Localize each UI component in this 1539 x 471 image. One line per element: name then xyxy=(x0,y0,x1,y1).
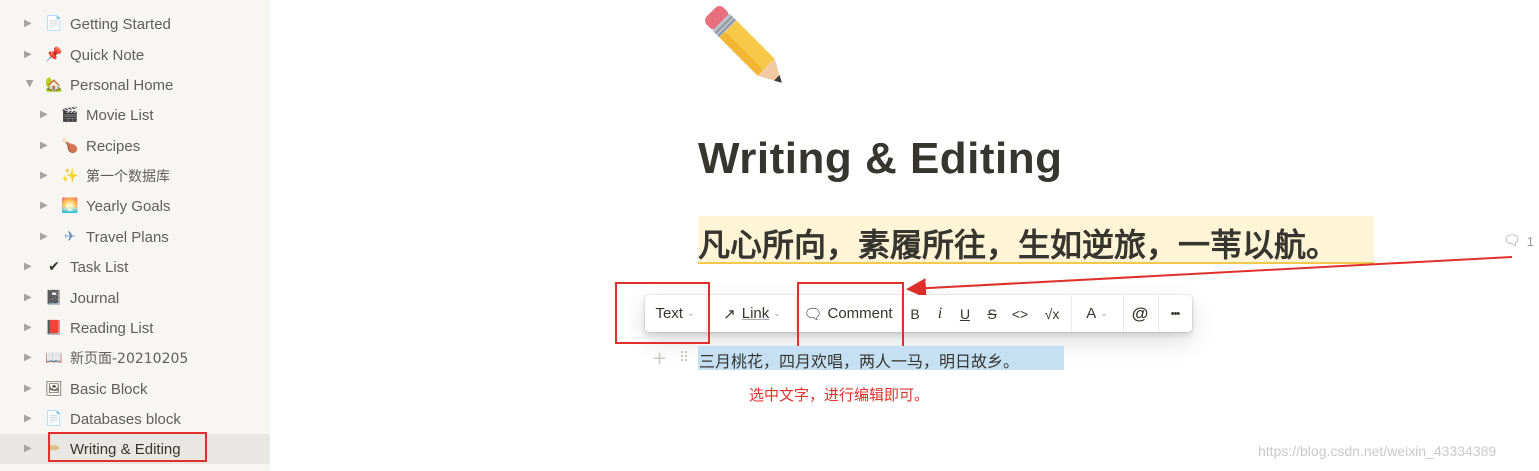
divider xyxy=(1071,295,1072,332)
watermark: https://blog.csdn.net/weixin_43334389 xyxy=(1258,443,1497,459)
inline-format-toolbar: Text ⌄ ↗ Link ⌄ 🗨 Comment B i U S <> √x … xyxy=(645,295,1192,332)
add-block-icon[interactable]: + xyxy=(652,348,667,369)
link-label: Link xyxy=(741,305,770,322)
strikethrough-button[interactable]: S xyxy=(982,295,1002,332)
mention-button[interactable]: @ xyxy=(1127,295,1153,332)
annotation-note: 选中文字，进行编辑即可。 xyxy=(749,386,930,404)
link-button[interactable]: ↗ Link ⌄ xyxy=(709,295,795,332)
drag-handle-icon[interactable]: ⠿ xyxy=(679,350,689,366)
code-button[interactable]: <> xyxy=(1007,295,1033,332)
divider xyxy=(1158,295,1159,332)
chevron-down-icon: ⌄ xyxy=(1100,308,1108,319)
more-options-button[interactable]: ••• xyxy=(1161,295,1189,332)
divider xyxy=(1123,295,1124,332)
annotation-box-text-type xyxy=(615,282,710,344)
arrow-up-right-icon: ↗ xyxy=(723,304,736,323)
equation-button[interactable]: √x xyxy=(1039,295,1065,332)
annotation-box-comment xyxy=(797,282,904,349)
color-label: A xyxy=(1086,305,1097,322)
paragraph-block[interactable]: 三月桃花，四月欢唱，两人一马，明日故乡。 xyxy=(699,348,1019,372)
chevron-down-icon: ⌄ xyxy=(773,308,781,319)
color-button[interactable]: A ⌄ xyxy=(1075,295,1119,332)
underline-button[interactable]: U xyxy=(955,295,975,332)
bold-button[interactable]: B xyxy=(905,295,925,332)
italic-button[interactable]: i xyxy=(930,295,950,332)
